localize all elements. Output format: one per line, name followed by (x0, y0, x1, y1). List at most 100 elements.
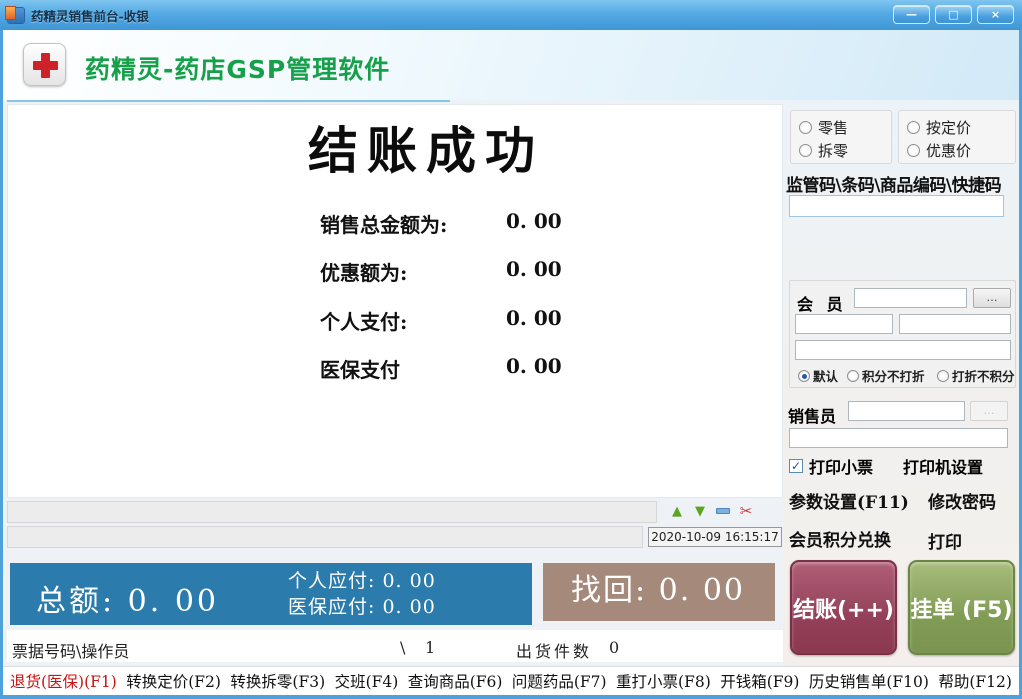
radio-points-no-discount[interactable]: 积分不打折 (847, 366, 925, 385)
receipt-info-row: 票据号码\操作员 \ 1 出货件数 0 (7, 630, 783, 662)
hold-order-button[interactable]: 挂单 (F5) (908, 560, 1015, 655)
red-cross-logo-icon (23, 43, 66, 86)
scroll-down-icon[interactable]: ▼ (691, 502, 709, 520)
scroll-icon-group: ▲ ▼ ✂ (668, 502, 755, 520)
close-button[interactable]: × (977, 5, 1014, 24)
shipped-items-label: 出货件数 (516, 642, 593, 661)
fk-fixed-price-f2[interactable]: 转换定价(F2) (126, 670, 221, 692)
params-settings-link[interactable]: 参数设置(F11) (789, 488, 909, 513)
barcode-input[interactable] (789, 195, 1004, 217)
fk-reprint-f8[interactable]: 重打小票(F8) (616, 670, 711, 692)
total-value: 0. 00 (127, 584, 219, 619)
salesperson-name-input[interactable] (789, 428, 1008, 448)
checkout-result-area: 结账成功 销售总金额为: 0. 00 优惠额为: 0. 00 个人支付: 0. … (7, 104, 783, 498)
fk-history-f10[interactable]: 历史销售单(F10) (809, 670, 929, 692)
change-password-link[interactable]: 修改密码 (928, 488, 996, 513)
member-name-input[interactable] (795, 314, 893, 334)
sales-total-label: 销售总金额为: (320, 213, 448, 237)
cut-icon[interactable]: ✂ (737, 502, 755, 520)
radio-fixed-price-circle-icon (907, 121, 920, 134)
radio-retail[interactable]: 零售 (799, 117, 848, 138)
checkout-button[interactable]: 结账(++) (790, 560, 897, 655)
datetime-display: 2020-10-09 16:15:17 (648, 527, 782, 547)
fk-help-f12[interactable]: 帮助(F12) (938, 670, 1012, 692)
change-value: 0. 00 (658, 573, 745, 608)
print-link[interactable]: 打印 (928, 528, 962, 553)
titlebar: 药精灵销售前台-收银 — □ × (0, 0, 1022, 30)
barcode-field-label: 监管码\条码\商品编码\快捷码 (786, 176, 1002, 196)
radio-retail-circle-icon (799, 121, 812, 134)
maximize-button[interactable]: □ (935, 5, 972, 24)
app-window: 药精灵销售前台-收银 — □ × 药精灵-药店GSP管理软件 结账成功 销售总金… (0, 0, 1022, 699)
receipt-count: 1 (425, 638, 436, 657)
fk-return-f1[interactable]: 退货(医保)(F1) (10, 670, 117, 692)
print-receipt-label: 打印小票 (809, 458, 874, 477)
member-more-button[interactable]: … (973, 288, 1011, 308)
window-controls: — □ × (893, 5, 1014, 24)
radio-discount-no-points[interactable]: 打折不积分 (937, 366, 1015, 385)
print-receipt-row: ✓ 打印小票 (789, 454, 873, 478)
personal-due-value: 0. 00 (382, 570, 436, 592)
status-strip-bottom (7, 526, 643, 548)
radio-discount-price-label: 优惠价 (926, 142, 972, 160)
personal-pay-label: 个人支付: (320, 310, 408, 334)
shipped-items-value: 0 (609, 638, 620, 657)
salesperson-label: 销售员 (788, 407, 837, 426)
minus-bar (716, 508, 730, 514)
member-info-input[interactable] (795, 340, 1011, 360)
minus-icon[interactable] (714, 502, 732, 520)
header-underline (7, 100, 450, 102)
radio-discount-price[interactable]: 优惠价 (907, 140, 971, 161)
change-label: 找回: (571, 573, 648, 608)
radio-points-no-discount-label: 积分不打折 (862, 369, 925, 384)
radio-default[interactable]: 默认 (798, 366, 838, 385)
member-input[interactable] (854, 288, 967, 308)
radio-fixed-price[interactable]: 按定价 (907, 117, 971, 138)
fk-cash-drawer-f9[interactable]: 开钱箱(F9) (720, 670, 799, 692)
personal-due-label: 个人应付: (288, 570, 376, 592)
change-panel: 找回: 0. 00 (543, 563, 775, 621)
radio-split-circle-icon (799, 144, 812, 157)
points-exchange-link[interactable]: 会员积分兑换 (789, 526, 891, 551)
function-key-bar: 退货(医保)(F1) 转换定价(F2) 转换拆零(F3) 交班(F4) 查询商品… (3, 666, 1019, 695)
fk-split-f3[interactable]: 转换拆零(F3) (230, 670, 325, 692)
insurance-pay-row: 医保支付 0. 00 (320, 354, 562, 383)
checkout-success-heading: 结账成功 (308, 121, 544, 180)
radio-fixed-price-label: 按定价 (926, 119, 972, 137)
printer-settings-link[interactable]: 打印机设置 (903, 454, 983, 478)
radio-split[interactable]: 拆零 (799, 140, 848, 161)
radio-discount-no-points-circle-icon (937, 369, 949, 382)
scroll-up-icon[interactable]: ▲ (668, 502, 686, 520)
price-mode-groupbox: 按定价 优惠价 (898, 110, 1016, 164)
insurance-due-line: 医保应付: 0. 00 (288, 594, 436, 620)
print-receipt-checkbox[interactable]: ✓ (789, 459, 803, 473)
radio-points-no-discount-circle-icon (847, 369, 859, 382)
totals-panel: 总额: 0. 00 个人应付: 0. 00 医保应付: 0. 00 (10, 563, 532, 625)
total-amount: 总额: 0. 00 (36, 576, 219, 620)
insurance-due-label: 医保应付: (288, 596, 376, 618)
radio-discount-no-points-label: 打折不积分 (952, 369, 1015, 384)
fk-problem-drugs-f7[interactable]: 问题药品(F7) (512, 670, 607, 692)
discount-label: 优惠额为: (320, 261, 408, 285)
fk-shift-change-f4[interactable]: 交班(F4) (335, 670, 399, 692)
personal-due-line: 个人应付: 0. 00 (288, 568, 436, 594)
window-title: 药精灵销售前台-收银 (31, 8, 149, 24)
receipt-operator-label: 票据号码\操作员 (12, 642, 130, 661)
salesperson-more-button[interactable]: … (970, 401, 1008, 421)
minimize-button[interactable]: — (893, 5, 930, 24)
personal-pay-row: 个人支付: 0. 00 (320, 306, 562, 335)
sales-total-row: 销售总金额为: 0. 00 (320, 209, 562, 238)
radio-default-circle-icon (798, 369, 810, 382)
sale-mode-groupbox: 零售 拆零 (790, 110, 892, 164)
radio-retail-label: 零售 (818, 119, 849, 137)
due-lines: 个人应付: 0. 00 医保应付: 0. 00 (288, 568, 436, 620)
member-groupbox: 会 员 … 默认 积分不打折 打折不积分 (789, 280, 1016, 388)
member-label: 会 员 (797, 295, 847, 314)
fk-query-goods-f6[interactable]: 查询商品(F6) (408, 670, 503, 692)
insurance-due-value: 0. 00 (382, 596, 436, 618)
salesperson-input[interactable] (848, 401, 965, 421)
radio-split-label: 拆零 (818, 142, 849, 160)
insurance-pay-label: 医保支付 (320, 358, 400, 382)
member-card-input[interactable] (899, 314, 1011, 334)
cross-horizontal (33, 61, 58, 70)
